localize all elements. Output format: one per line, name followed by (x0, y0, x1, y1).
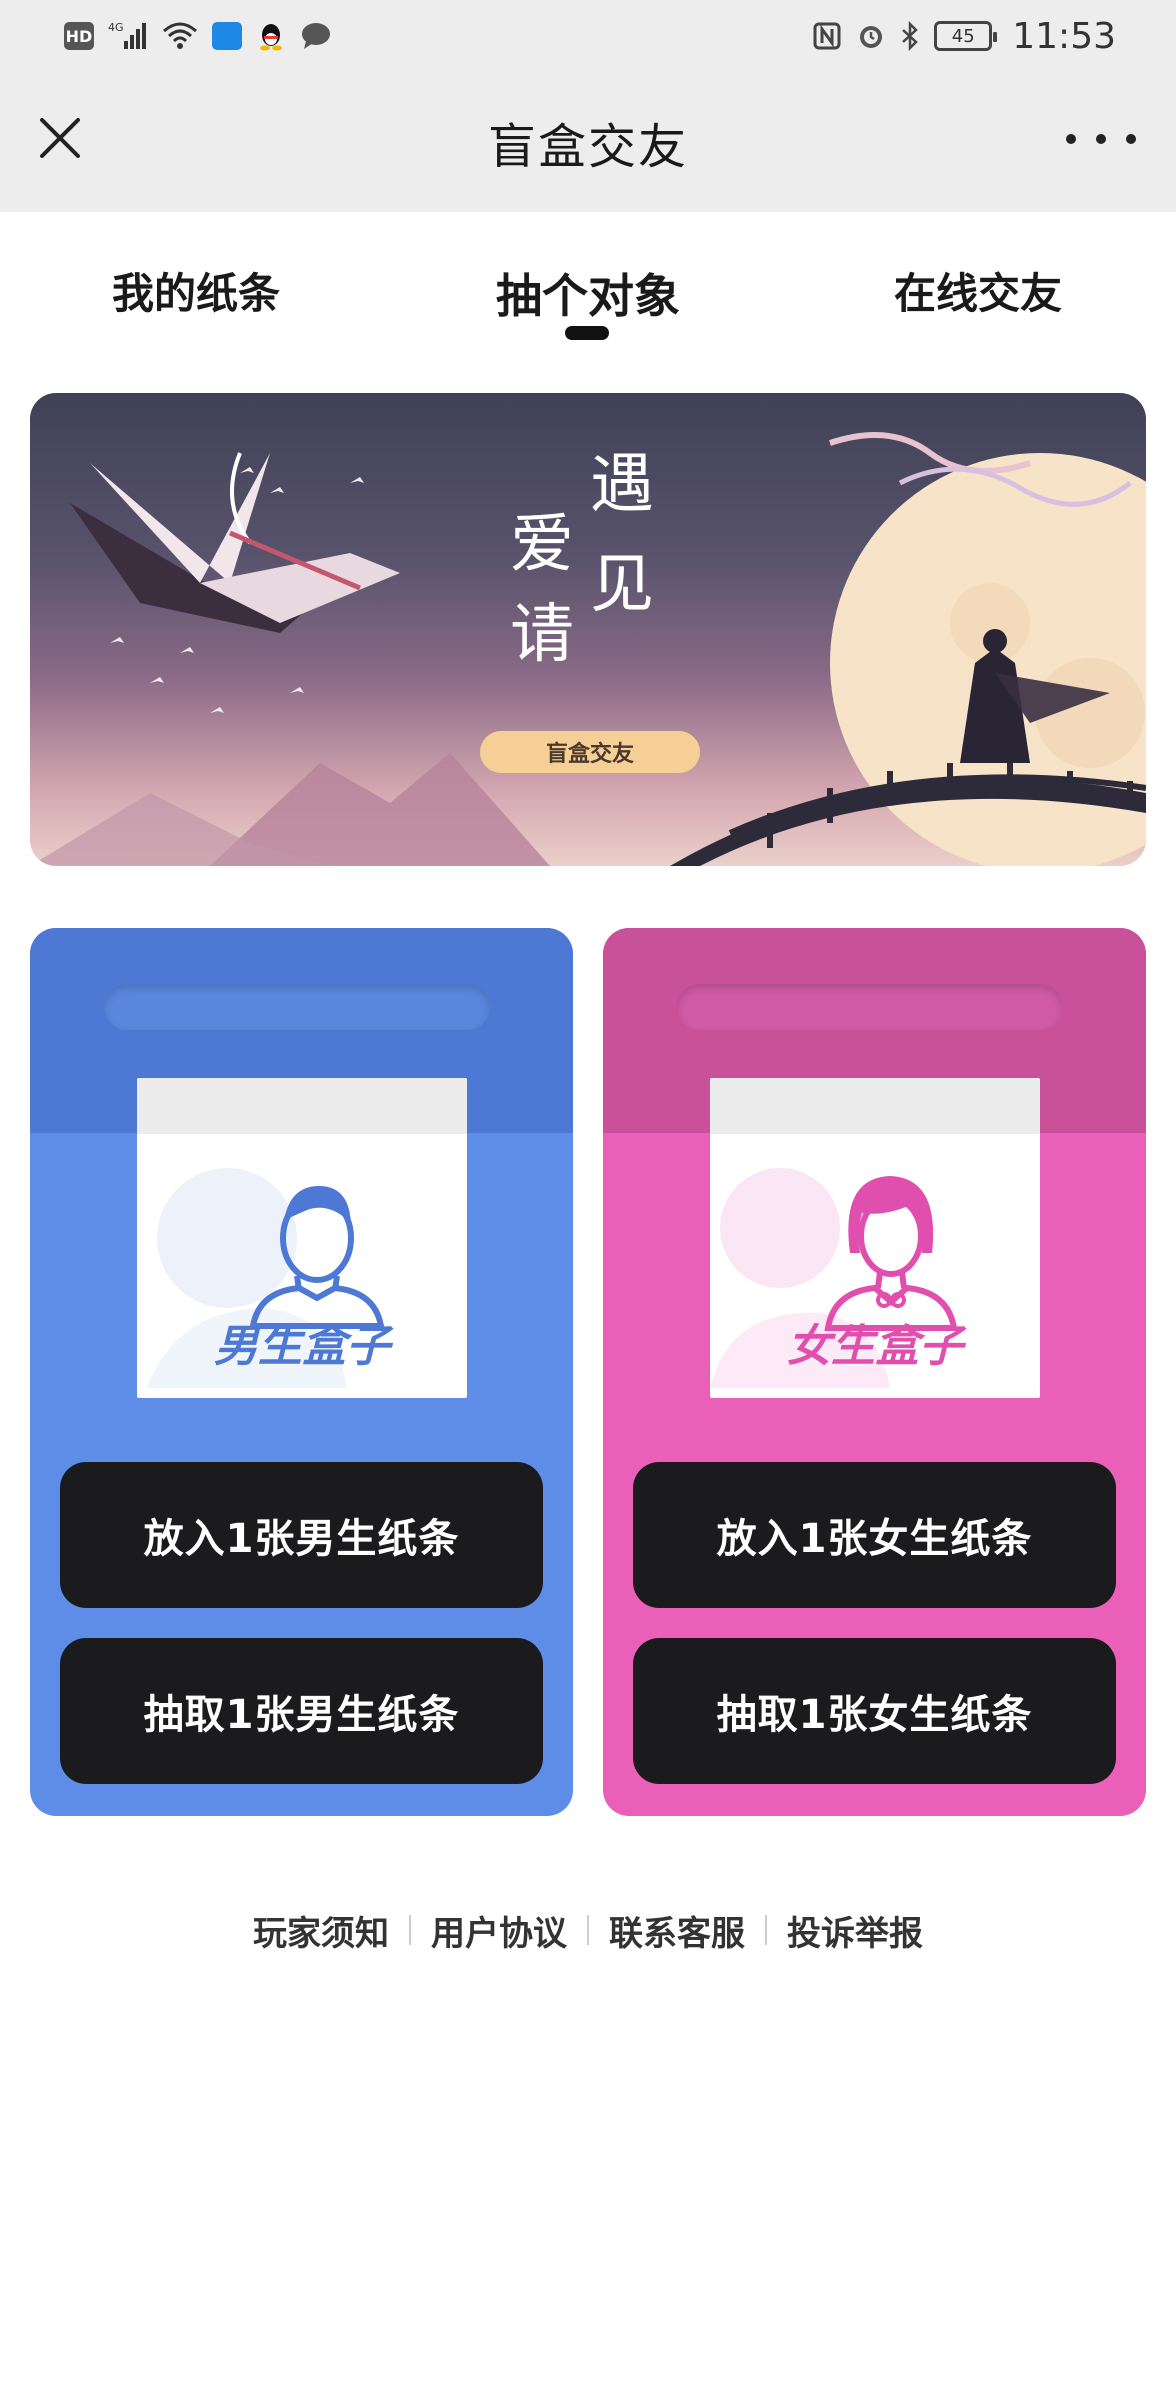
close-button[interactable] (34, 112, 86, 164)
box-slot (104, 984, 490, 1030)
female-box-panel: 女生盒子 放入1张女生纸条 抽取1张女生纸条 (603, 928, 1146, 1816)
hd-icon: HD (64, 22, 94, 50)
title-bar: 盲盒交友 (0, 72, 1176, 212)
alarm-icon (856, 21, 886, 51)
status-left: HD 4G (64, 21, 332, 51)
tab-online-dating[interactable]: 在线交友 (848, 260, 1108, 321)
put-male-note-button[interactable]: 放入1张男生纸条 (60, 1462, 543, 1608)
message-icon (300, 21, 332, 51)
more-dot-icon (1126, 134, 1136, 144)
tab-my-notes[interactable]: 我的纸条 (66, 260, 326, 321)
draw-female-note-button[interactable]: 抽取1张女生纸条 (633, 1638, 1116, 1784)
put-female-note-button[interactable]: 放入1张女生纸条 (633, 1462, 1116, 1608)
more-dot-icon (1096, 134, 1106, 144)
qq-icon (256, 21, 286, 51)
status-right: 45 11:53 (812, 16, 1116, 57)
male-box-card[interactable]: 男生盒子 (137, 1078, 467, 1398)
close-icon (40, 118, 80, 158)
banner-title-char: 见 (590, 548, 654, 622)
app-notification-icon (212, 22, 242, 50)
contact-support-link[interactable]: 联系客服 (589, 1906, 765, 1955)
wifi-icon (162, 21, 198, 51)
active-tab-indicator (565, 326, 609, 340)
banner-title-char: 爱 (510, 508, 574, 582)
more-options-button[interactable] (1066, 124, 1136, 154)
nfc-icon (812, 21, 842, 51)
female-box-label: 女生盒子 (787, 1321, 963, 1372)
more-dot-icon (1066, 134, 1076, 144)
battery-icon: 45 (934, 21, 998, 51)
svg-text:4G: 4G (108, 21, 124, 34)
male-box-label: 男生盒子 (214, 1321, 390, 1372)
user-agreement-link[interactable]: 用户协议 (411, 1906, 587, 1955)
footer-links: 玩家须知 用户协议 联系客服 投诉举报 (0, 1905, 1176, 1955)
signal-icon: 4G (108, 21, 148, 51)
draw-male-note-button[interactable]: 抽取1张男生纸条 (60, 1638, 543, 1784)
tab-draw-match[interactable]: 抽个对象 (458, 260, 718, 326)
box-slot (677, 984, 1063, 1030)
female-box-card[interactable]: 女生盒子 (710, 1078, 1040, 1398)
banner-button[interactable]: 盲盒交友 (480, 731, 700, 773)
report-complaint-link[interactable]: 投诉举报 (767, 1906, 943, 1955)
tab-bar: 我的纸条 抽个对象 在线交友 (0, 212, 1176, 362)
bluetooth-icon (900, 21, 920, 51)
page-title: 盲盒交友 (487, 119, 688, 175)
clock: 11:53 (1012, 15, 1116, 57)
player-notice-link[interactable]: 玩家须知 (233, 1906, 409, 1955)
banner-title-char: 遇 (590, 448, 654, 522)
banner-title-char: 请 (510, 598, 574, 672)
banner[interactable]: 遇 爱 见 请 盲盒交友 (30, 393, 1146, 866)
banner-illustration (30, 432, 1146, 866)
status-bar: HD 4G 45 11:53 (0, 0, 1176, 72)
male-box-panel: 男生盒子 放入1张男生纸条 抽取1张男生纸条 (30, 928, 573, 1816)
